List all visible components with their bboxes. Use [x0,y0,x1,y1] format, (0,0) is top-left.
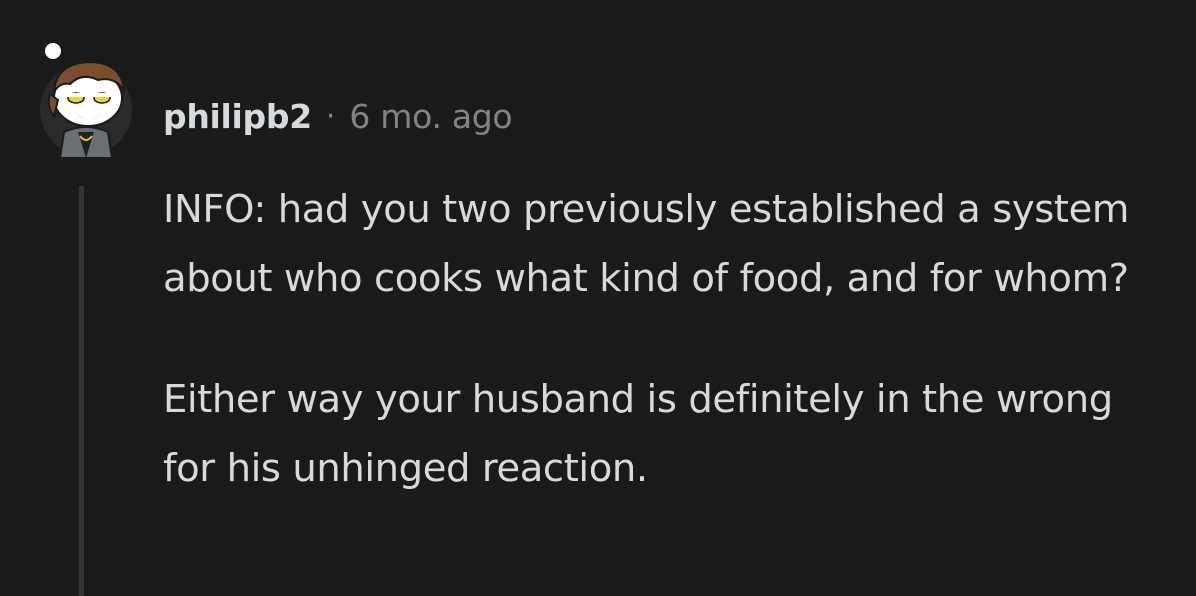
comment-body: INFO: had you two previously established… [163,175,1173,503]
comment: philipb2 · 6 mo. ago INFO: had you two p… [0,0,1196,596]
comment-header: philipb2 · 6 mo. ago [163,92,513,140]
separator-dot: · [325,98,336,134]
comment-paragraph: INFO: had you two previously established… [163,187,1129,301]
avatar[interactable] [36,36,136,160]
snoo-avatar-icon [40,41,132,159]
username-link[interactable]: philipb2 [163,97,312,136]
thread-line[interactable] [79,186,84,596]
comment-paragraph: Either way your husband is definitely in… [163,377,1113,491]
timestamp[interactable]: 6 mo. ago [349,97,512,136]
